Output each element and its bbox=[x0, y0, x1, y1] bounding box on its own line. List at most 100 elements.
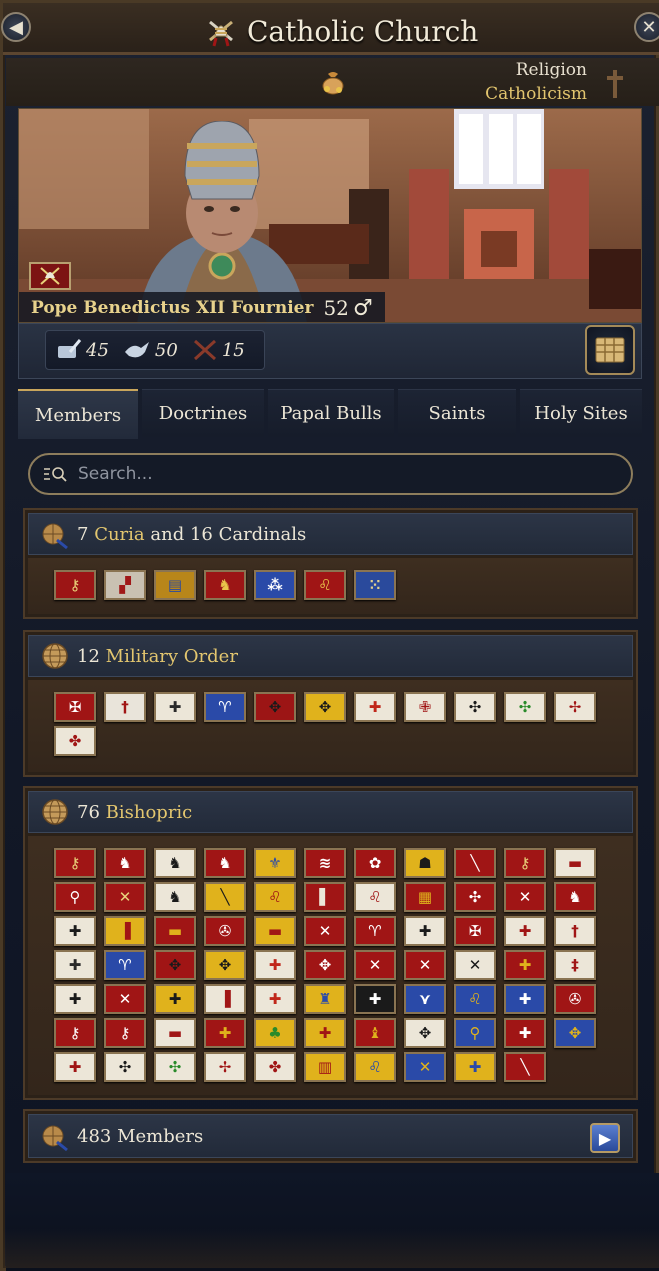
coat-of-arms-flag[interactable]: ☗ bbox=[404, 848, 446, 878]
members-expand-button[interactable]: ▶ bbox=[590, 1123, 620, 1153]
coat-of-arms-flag[interactable]: ▐ bbox=[204, 984, 246, 1014]
coat-of-arms-flag[interactable]: ♌ bbox=[304, 570, 346, 600]
coat-of-arms-flag[interactable]: ✣ bbox=[504, 692, 546, 722]
coat-of-arms-flag[interactable]: ✚ bbox=[54, 984, 96, 1014]
coat-of-arms-flag[interactable]: ✕ bbox=[354, 950, 396, 980]
coat-of-arms-flag[interactable]: ♣ bbox=[254, 1018, 296, 1048]
coat-of-arms-flag[interactable]: ✢ bbox=[204, 1052, 246, 1082]
coat-of-arms-flag[interactable]: ✚ bbox=[454, 1052, 496, 1082]
coat-of-arms-flag[interactable]: ✕ bbox=[404, 1052, 446, 1082]
coat-of-arms-flag[interactable]: ⋎ bbox=[404, 984, 446, 1014]
coat-of-arms-flag[interactable]: ✚ bbox=[504, 950, 546, 980]
diplomacy-stat[interactable]: 45 bbox=[56, 338, 109, 362]
coat-of-arms-flag[interactable]: ╲ bbox=[204, 882, 246, 912]
coat-of-arms-flag[interactable]: ✕ bbox=[404, 950, 446, 980]
coat-of-arms-flag[interactable]: ♈ bbox=[104, 950, 146, 980]
military-order-header[interactable]: 12 Military Order bbox=[28, 635, 633, 677]
coat-of-arms-flag[interactable]: ✚ bbox=[504, 984, 546, 1014]
money-bag-icon[interactable] bbox=[318, 68, 348, 96]
coat-of-arms-flag[interactable]: ♌ bbox=[454, 984, 496, 1014]
coat-of-arms-flag[interactable]: ♝ bbox=[354, 1018, 396, 1048]
coat-of-arms-flag[interactable]: ⁙ bbox=[354, 570, 396, 600]
coat-of-arms-flag[interactable]: ♌ bbox=[254, 882, 296, 912]
coat-of-arms-flag[interactable]: ⚲ bbox=[54, 882, 96, 912]
coat-of-arms-flag[interactable]: ♌ bbox=[354, 1052, 396, 1082]
coat-of-arms-flag[interactable]: ▬ bbox=[154, 916, 196, 946]
tab-saints[interactable]: Saints bbox=[398, 389, 516, 437]
coat-of-arms-flag[interactable]: ✕ bbox=[454, 950, 496, 980]
coat-of-arms-flag[interactable]: ♞ bbox=[154, 848, 196, 878]
coat-of-arms-flag[interactable]: ✚ bbox=[204, 1018, 246, 1048]
coat-of-arms-flag[interactable]: ✚ bbox=[254, 984, 296, 1014]
coat-of-arms-flag[interactable]: ‡ bbox=[554, 950, 596, 980]
military-stat[interactable]: 15 bbox=[192, 338, 245, 362]
coat-of-arms-flag[interactable]: ⚷ bbox=[54, 570, 96, 600]
coat-of-arms-flag[interactable]: ✣ bbox=[454, 882, 496, 912]
curia-header[interactable]: 7 Curia and 16 Cardinals bbox=[28, 513, 633, 555]
coat-of-arms-flag[interactable]: † bbox=[104, 692, 146, 722]
coat-of-arms-flag[interactable]: ✕ bbox=[304, 916, 346, 946]
coat-of-arms-flag[interactable]: ♞ bbox=[154, 882, 196, 912]
coat-of-arms-flag[interactable]: ✚ bbox=[504, 916, 546, 946]
religion-value[interactable]: Catholicism bbox=[485, 84, 587, 104]
coat-of-arms-flag[interactable]: ✚ bbox=[154, 692, 196, 722]
coat-of-arms-flag[interactable]: ▐ bbox=[104, 916, 146, 946]
coat-of-arms-flag[interactable]: ✤ bbox=[254, 1052, 296, 1082]
coat-of-arms-flag[interactable]: ♌ bbox=[354, 882, 396, 912]
coat-of-arms-flag[interactable]: ✚ bbox=[154, 984, 196, 1014]
coat-of-arms-flag[interactable]: ♈ bbox=[204, 692, 246, 722]
ledger-button[interactable] bbox=[585, 325, 635, 375]
coat-of-arms-flag[interactable]: ▥ bbox=[304, 1052, 346, 1082]
coat-of-arms-flag[interactable]: ▦ bbox=[404, 882, 446, 912]
coat-of-arms-flag[interactable]: ✥ bbox=[304, 950, 346, 980]
coat-of-arms-flag[interactable]: ▞ bbox=[104, 570, 146, 600]
coat-of-arms-flag[interactable]: ✥ bbox=[304, 692, 346, 722]
coat-of-arms-flag[interactable]: ✥ bbox=[554, 1018, 596, 1048]
ruler-name[interactable]: Pope Benedictus XII Fournier bbox=[31, 298, 313, 318]
back-button[interactable]: ◀ bbox=[1, 12, 31, 42]
coat-of-arms-flag[interactable]: ▌ bbox=[304, 882, 346, 912]
coat-of-arms-flag[interactable]: ▬ bbox=[154, 1018, 196, 1048]
tab-members[interactable]: Members bbox=[18, 389, 138, 439]
coat-of-arms-flag[interactable]: ⚷ bbox=[54, 848, 96, 878]
coat-of-arms-flag[interactable]: ✚ bbox=[504, 1018, 546, 1048]
search-input[interactable]: Search... bbox=[28, 453, 633, 495]
coat-of-arms-flag[interactable]: ✣ bbox=[154, 1052, 196, 1082]
coat-of-arms-flag[interactable]: ▤ bbox=[154, 570, 196, 600]
coat-of-arms-flag[interactable]: ▬ bbox=[554, 848, 596, 878]
coat-of-arms-flag[interactable]: ⚷ bbox=[104, 1018, 146, 1048]
coat-of-arms-flag[interactable]: ⁂ bbox=[254, 570, 296, 600]
coat-of-arms-flag[interactable]: ✚ bbox=[54, 916, 96, 946]
bishopric-header[interactable]: 76 Bishopric bbox=[28, 791, 633, 833]
coat-of-arms-flag[interactable]: ✥ bbox=[404, 1018, 446, 1048]
coat-of-arms-flag[interactable]: ✚ bbox=[54, 950, 96, 980]
coat-of-arms-flag[interactable]: ♞ bbox=[204, 570, 246, 600]
coat-of-arms-flag[interactable]: ♞ bbox=[204, 848, 246, 878]
tab-papal-bulls[interactable]: Papal Bulls bbox=[268, 389, 394, 437]
coat-of-arms-flag[interactable]: ✙ bbox=[404, 692, 446, 722]
coat-of-arms-flag[interactable]: ✠ bbox=[54, 692, 96, 722]
ruler-portrait[interactable]: Pope Benedictus XII Fournier 52 ♂ bbox=[18, 108, 642, 323]
coat-of-arms-flag[interactable]: ✣ bbox=[104, 1052, 146, 1082]
coat-of-arms-flag[interactable]: ⚲ bbox=[454, 1018, 496, 1048]
coat-of-arms-flag[interactable]: † bbox=[554, 916, 596, 946]
tab-doctrines[interactable]: Doctrines bbox=[142, 389, 264, 437]
coat-of-arms-flag[interactable]: ✿ bbox=[354, 848, 396, 878]
coat-of-arms-flag[interactable]: ⚜ bbox=[254, 848, 296, 878]
piety-stat[interactable]: 50 bbox=[123, 338, 178, 362]
members-row[interactable]: 483 Members ▶ bbox=[23, 1109, 638, 1163]
coat-of-arms-flag[interactable]: ✚ bbox=[254, 950, 296, 980]
coat-of-arms-flag[interactable]: ✥ bbox=[204, 950, 246, 980]
tab-holy-sites[interactable]: Holy Sites bbox=[520, 389, 642, 437]
coat-of-arms-flag[interactable]: ╲ bbox=[504, 1052, 546, 1082]
coat-of-arms-flag[interactable]: ♞ bbox=[104, 848, 146, 878]
coat-of-arms-flag[interactable]: ✚ bbox=[354, 692, 396, 722]
coat-of-arms-flag[interactable]: ✠ bbox=[454, 916, 496, 946]
coat-of-arms-flag[interactable]: ▬ bbox=[254, 916, 296, 946]
coat-of-arms-flag[interactable]: ✢ bbox=[554, 692, 596, 722]
coat-of-arms-flag[interactable]: ✚ bbox=[304, 1018, 346, 1048]
coat-of-arms-flag[interactable]: ✥ bbox=[154, 950, 196, 980]
coat-of-arms-flag[interactable]: ✚ bbox=[54, 1052, 96, 1082]
coat-of-arms-flag[interactable]: ♈ bbox=[354, 916, 396, 946]
coat-of-arms-flag[interactable]: ✤ bbox=[54, 726, 96, 756]
